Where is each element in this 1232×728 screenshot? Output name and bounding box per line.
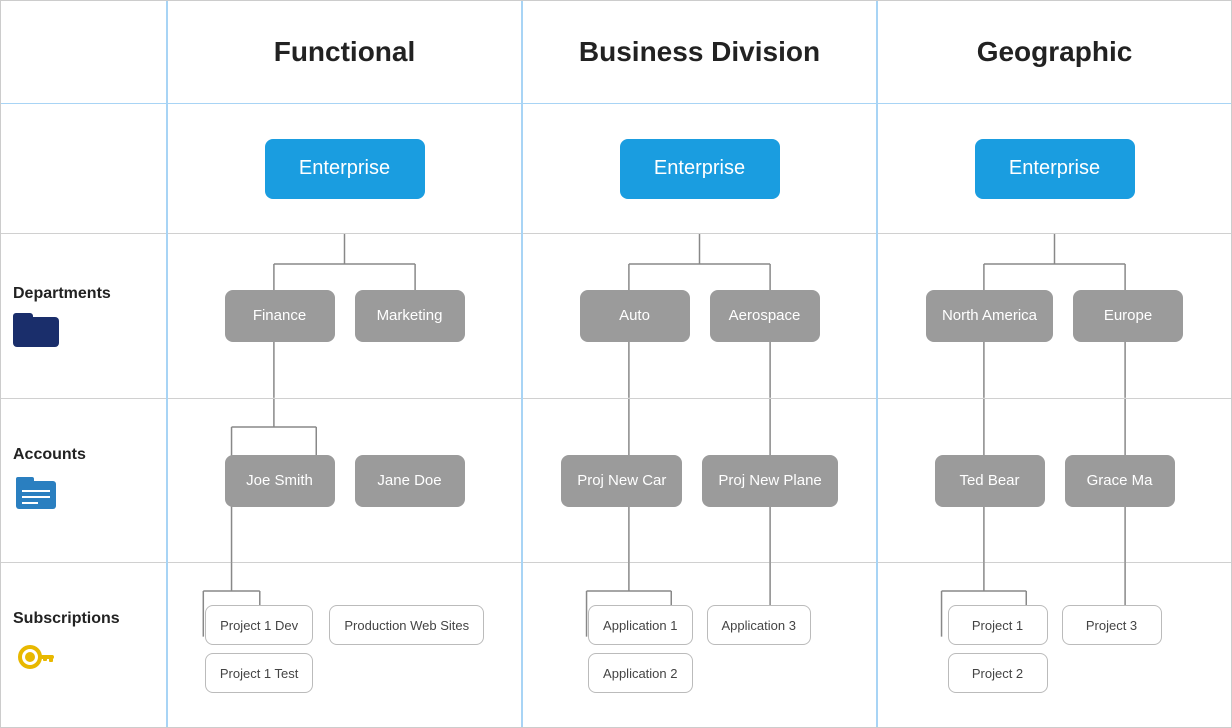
geo-sub-project3[interactable]: Project 3	[1062, 605, 1162, 645]
departments-label: Departments	[13, 285, 111, 303]
functional-dept-marketing[interactable]: Marketing	[355, 290, 465, 342]
header-spacer	[1, 1, 166, 103]
col-header-geographic: Geographic	[876, 1, 1231, 103]
functional-enterprise-row: Enterprise	[168, 104, 521, 234]
geo-dept-northamerica[interactable]: North America	[926, 290, 1053, 342]
functional-sub-p1dev[interactable]: Project 1 Dev	[205, 605, 314, 645]
geo-subs-left-stack: Project 1 Project 2	[948, 605, 1048, 693]
functional-sub-p1test[interactable]: Project 1 Test	[205, 653, 314, 693]
geo-departments-row: North America Europe	[878, 234, 1231, 399]
biz-dept-aerospace[interactable]: Aerospace	[710, 290, 820, 342]
header-row: Functional Business Division Geographic	[1, 1, 1231, 104]
folder-icon	[13, 309, 59, 347]
biz-subs-left-stack: Application 1 Application 2	[588, 605, 692, 693]
biz-acct-projnewcar[interactable]: Proj New Car	[561, 455, 682, 507]
geo-dept-europe[interactable]: Europe	[1073, 290, 1183, 342]
business-accounts-row: Proj New Car Proj New Plane	[523, 399, 876, 564]
geo-subs-row: Project 1 Project 2 Project 3	[878, 563, 1231, 727]
business-subs-row: Application 1 Application 2 Application …	[523, 563, 876, 727]
departments-label-cell: Departments	[1, 234, 166, 399]
subscriptions-label-cell: Subscriptions	[1, 563, 166, 727]
business-enterprise-node[interactable]: Enterprise	[620, 139, 780, 199]
geo-acct-gracema[interactable]: Grace Ma	[1065, 455, 1175, 507]
business-col: Enterprise Auto Aerospace	[521, 104, 876, 727]
geo-sub-project2[interactable]: Project 2	[948, 653, 1048, 693]
functional-sub-prodweb[interactable]: Production Web Sites	[329, 605, 484, 645]
labels-column: Departments Accounts	[1, 104, 166, 727]
biz-subs-right-stack: Application 3	[707, 605, 811, 645]
main-diagram-cols: Enterprise	[166, 104, 1231, 727]
col-header-functional: Functional	[166, 1, 521, 103]
accounts-label-cell: Accounts	[1, 399, 166, 564]
accounts-icon	[13, 470, 59, 516]
geo-enterprise-node[interactable]: Enterprise	[975, 139, 1135, 199]
business-departments-row: Auto Aerospace	[523, 234, 876, 399]
content-area: Departments Accounts	[1, 104, 1231, 727]
biz-acct-projnewplane[interactable]: Proj New Plane	[702, 455, 837, 507]
geo-sub-project1[interactable]: Project 1	[948, 605, 1048, 645]
accounts-label: Accounts	[13, 446, 86, 464]
geo-accounts-row: Ted Bear Grace Ma	[878, 399, 1231, 564]
functional-subs-row: Project 1 Dev Project 1 Test Production …	[168, 563, 521, 727]
business-enterprise-row: Enterprise	[523, 104, 876, 234]
geo-enterprise-row: Enterprise	[878, 104, 1231, 234]
functional-subs-left-stack: Project 1 Dev Project 1 Test	[205, 605, 314, 693]
functional-accounts-row: Joe Smith Jane Doe	[168, 399, 521, 564]
biz-sub-app2[interactable]: Application 2	[588, 653, 692, 693]
geographic-col: Enterprise North America Europe	[876, 104, 1231, 727]
key-icon	[13, 634, 59, 680]
functional-col: Enterprise	[166, 104, 521, 727]
functional-acct-janedoe[interactable]: Jane Doe	[355, 455, 465, 507]
functional-subs-right-stack: Production Web Sites	[329, 605, 484, 645]
functional-acct-joesmith[interactable]: Joe Smith	[225, 455, 335, 507]
geo-subs-right-stack: Project 3	[1062, 605, 1162, 645]
enterprise-label-spacer	[1, 104, 166, 234]
functional-enterprise-node[interactable]: Enterprise	[265, 139, 425, 199]
col-header-business: Business Division	[521, 1, 876, 103]
functional-dept-finance[interactable]: Finance	[225, 290, 335, 342]
functional-departments-row: Finance Marketing	[168, 234, 521, 399]
subscriptions-label: Subscriptions	[13, 610, 120, 628]
biz-sub-app1[interactable]: Application 1	[588, 605, 692, 645]
geo-acct-tedbear[interactable]: Ted Bear	[935, 455, 1045, 507]
biz-sub-app3[interactable]: Application 3	[707, 605, 811, 645]
biz-dept-auto[interactable]: Auto	[580, 290, 690, 342]
